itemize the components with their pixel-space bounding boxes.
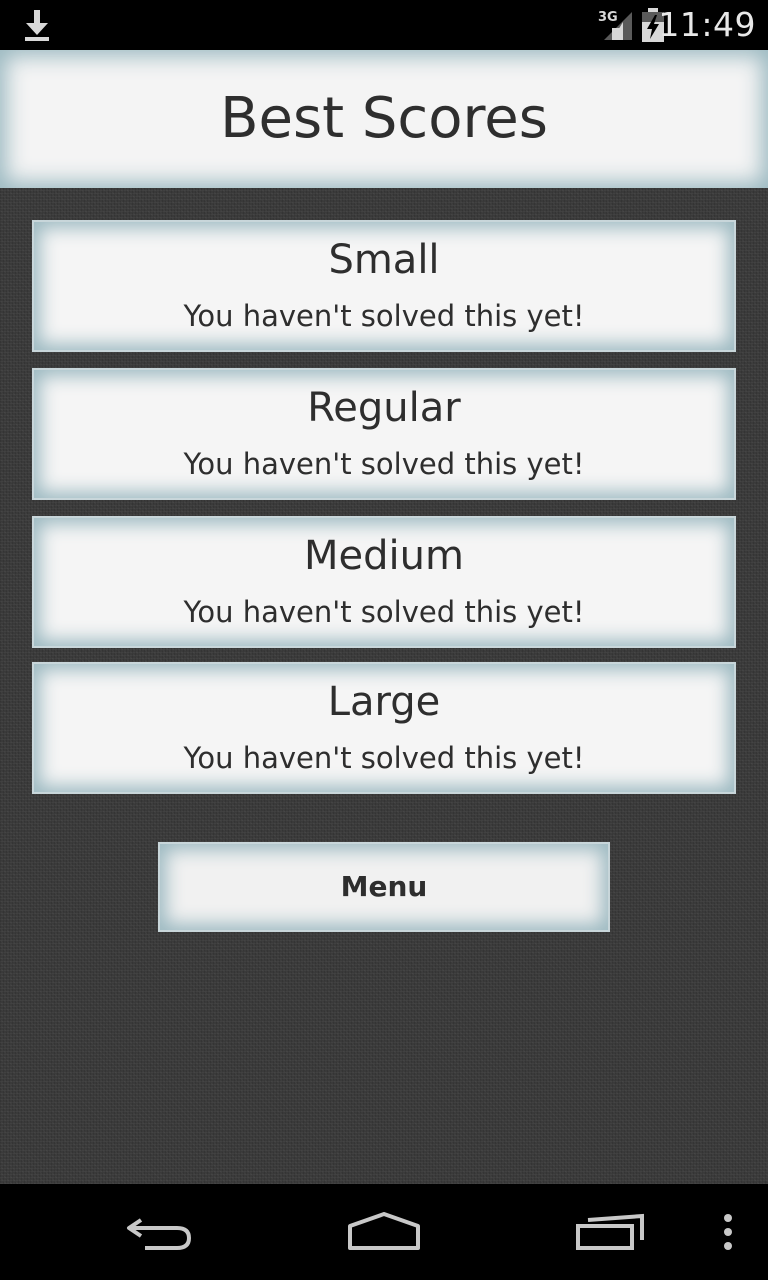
page-title: Best Scores <box>220 86 548 151</box>
score-size-label: Small <box>328 237 440 283</box>
download-icon <box>25 10 49 41</box>
back-button[interactable] <box>100 1184 220 1280</box>
score-size-label: Large <box>327 679 441 725</box>
score-size-label: Medium <box>304 533 464 579</box>
score-card-small[interactable]: Small You haven't solved this yet! <box>32 220 736 352</box>
navigation-bar <box>0 1184 768 1280</box>
score-status-text: You haven't solved this yet! <box>183 595 585 629</box>
overflow-menu-button[interactable] <box>706 1184 750 1280</box>
score-size-label: Regular <box>307 385 461 431</box>
score-card-regular[interactable]: Regular You haven't solved this yet! <box>32 368 736 500</box>
status-clock: 11:49 <box>658 5 756 44</box>
score-status-text: You haven't solved this yet! <box>183 447 585 481</box>
score-card-large[interactable]: Large You haven't solved this yet! <box>32 662 736 794</box>
recents-icon <box>576 1213 644 1250</box>
menu-button[interactable]: Menu <box>158 842 610 932</box>
score-status-text: You haven't solved this yet! <box>183 299 585 333</box>
network-type-label: 3G <box>598 10 618 25</box>
score-card-medium[interactable]: Medium You haven't solved this yet! <box>32 516 736 648</box>
home-button[interactable] <box>324 1184 444 1280</box>
status-bar: 3G 11:49 <box>0 0 768 50</box>
back-icon <box>127 1218 192 1250</box>
title-panel: Best Scores <box>0 50 768 188</box>
overflow-menu-icon <box>724 1214 732 1250</box>
signal-icon: 3G <box>598 10 632 40</box>
score-status-text: You haven't solved this yet! <box>183 741 585 775</box>
recents-button[interactable] <box>550 1184 670 1280</box>
home-icon <box>348 1212 420 1250</box>
